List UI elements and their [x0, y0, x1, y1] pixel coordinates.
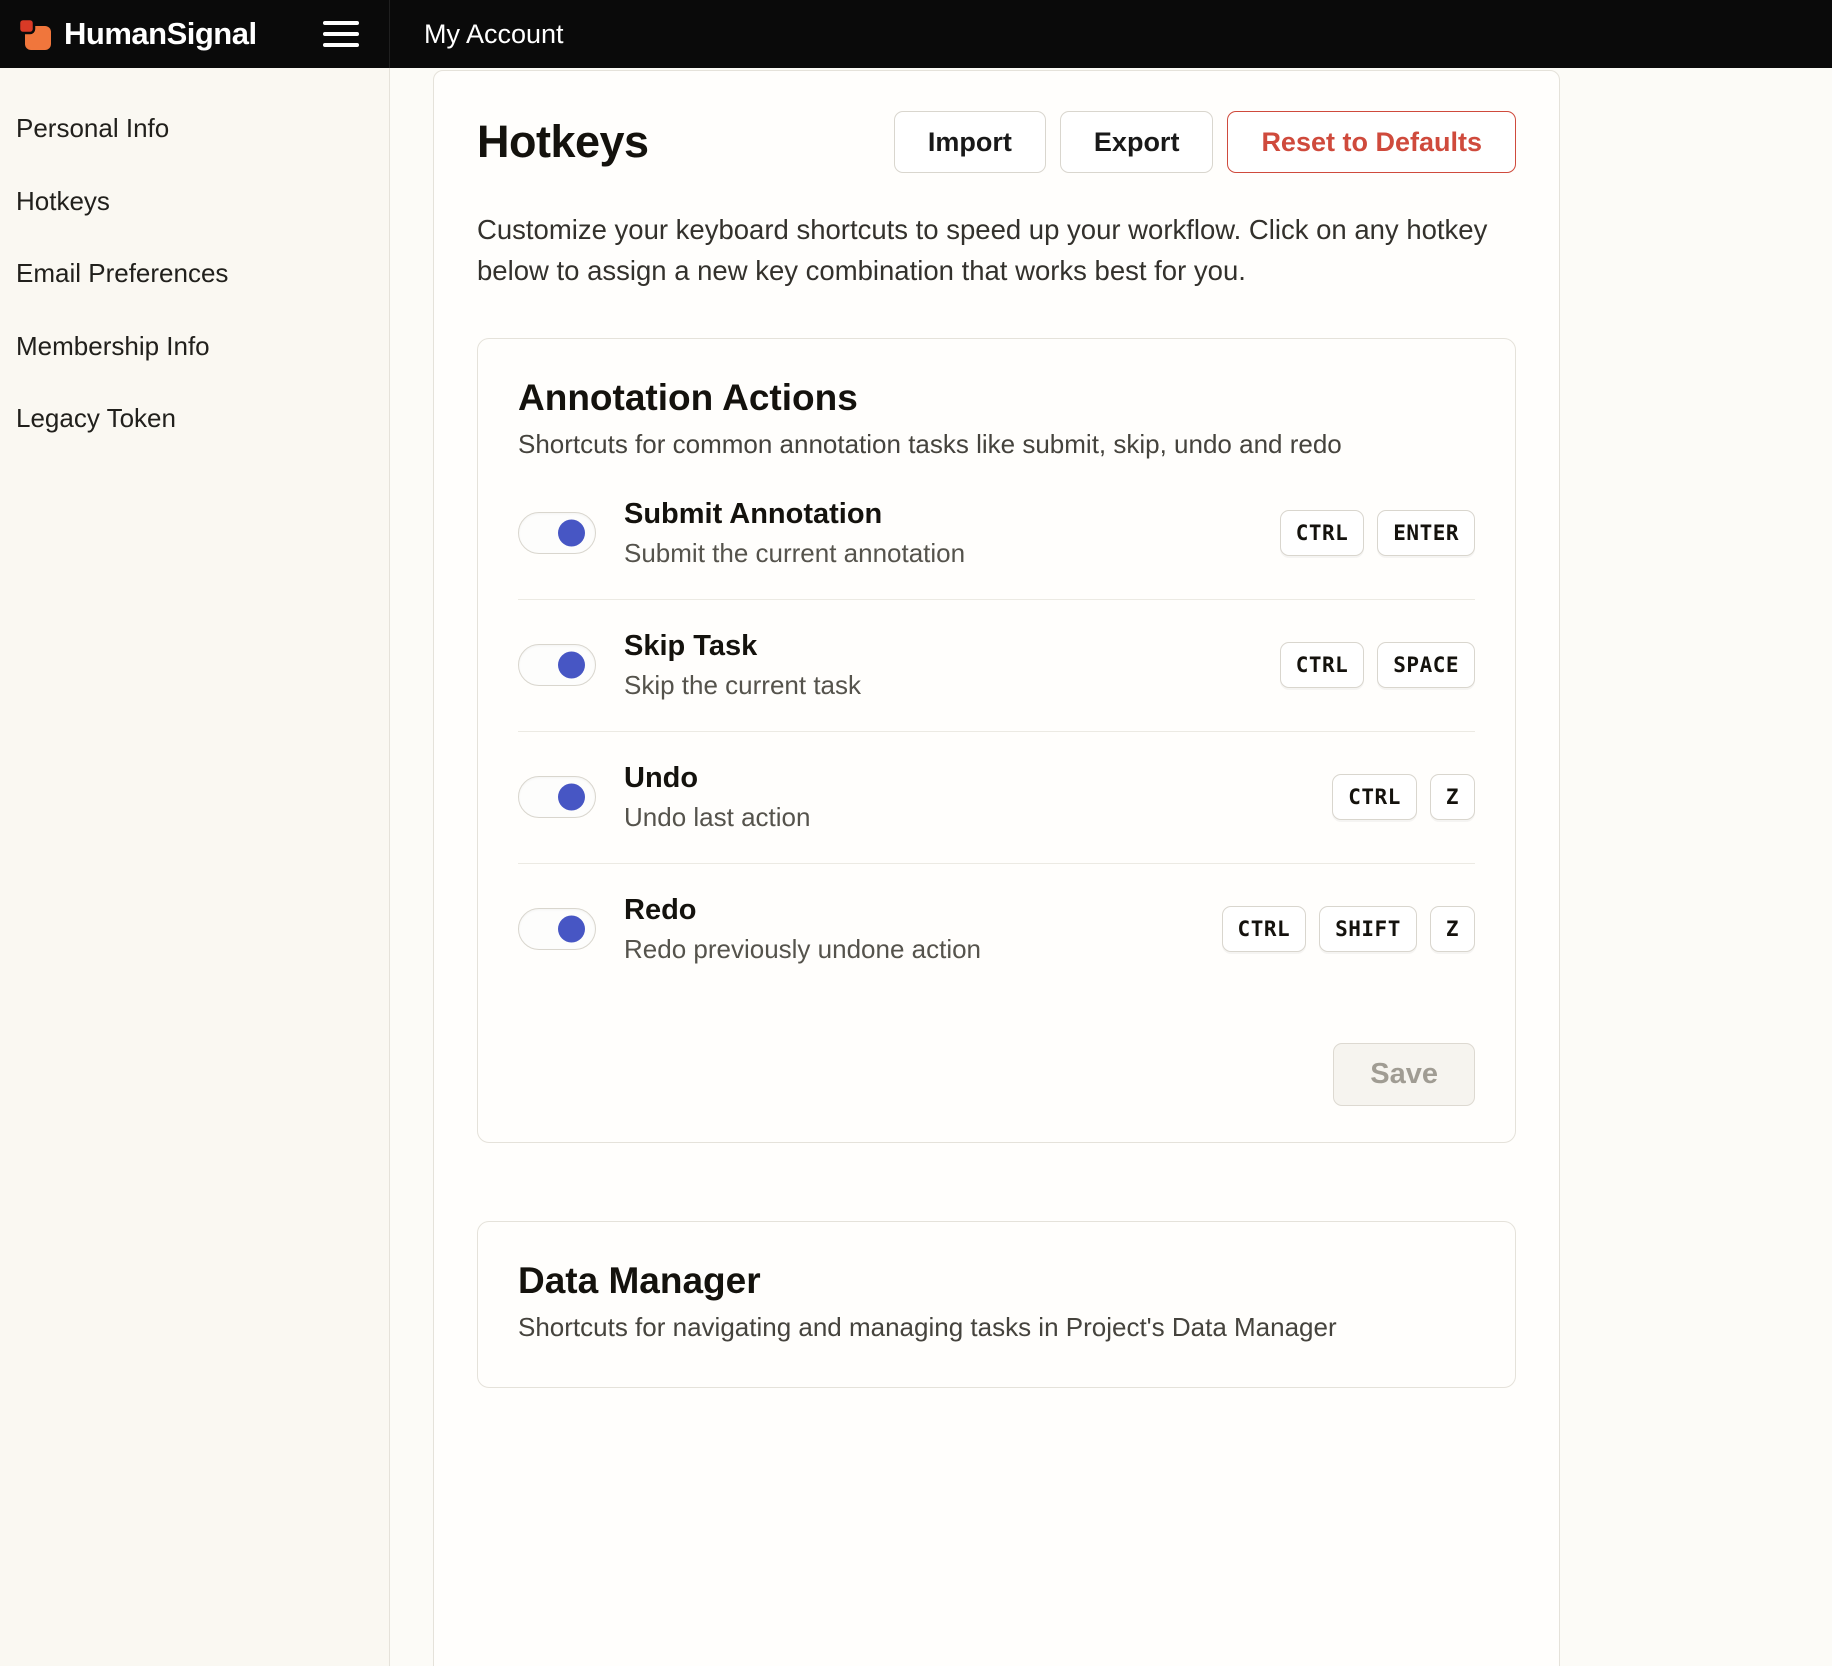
- brand-area: HumanSignal: [0, 0, 390, 68]
- hotkey-row: Redo Redo previously undone actionCTRL SHI…: [518, 864, 1475, 995]
- sidebar-item-legacy-token[interactable]: Legacy Token: [0, 382, 389, 455]
- toggle-knob: [558, 520, 585, 547]
- hotkey-combo[interactable]: CTRL SHIFT Z: [1222, 906, 1475, 952]
- key-badge[interactable]: CTRL: [1280, 510, 1365, 556]
- sections-container: Annotation Actions Shortcuts for common a…: [477, 338, 1516, 1388]
- page-description: Customize your keyboard shortcuts to spe…: [477, 209, 1516, 292]
- main-content: Hotkeys Import Export Reset to Defaults …: [390, 68, 1832, 1666]
- hotkey-row: Undo Undo last actionCTRL Z: [518, 732, 1475, 864]
- header-buttons: Import Export Reset to Defaults: [894, 111, 1516, 173]
- hotkey-name: Skip Task: [624, 630, 1280, 663]
- page-nav-title: My Account: [424, 19, 564, 50]
- section-title: Annotation Actions: [518, 377, 1475, 419]
- hotkey-text: Redo Redo previously undone action: [624, 894, 1222, 965]
- hotkey-rows: Submit Annotation Submit the current anno…: [518, 468, 1475, 995]
- humansignal-logo-icon: [16, 15, 54, 53]
- brand-name: HumanSignal: [64, 16, 257, 52]
- hotkey-enabled-toggle[interactable]: [518, 644, 596, 686]
- page-title: Hotkeys: [477, 116, 649, 168]
- sidebar-item-personal-info[interactable]: Personal Info: [0, 92, 389, 165]
- sidebar-item-email-preferences[interactable]: Email Preferences: [0, 237, 389, 310]
- hotkey-name: Redo: [624, 894, 1222, 927]
- hotkey-row: Skip Task Skip the current taskCTRL SPACE: [518, 600, 1475, 732]
- save-button[interactable]: Save: [1333, 1043, 1475, 1106]
- reset-to-defaults-button[interactable]: Reset to Defaults: [1227, 111, 1516, 173]
- export-button[interactable]: Export: [1060, 111, 1214, 173]
- sidebar-item-membership-info[interactable]: Membership Info: [0, 310, 389, 383]
- section-title: Data Manager: [518, 1260, 1475, 1302]
- key-badge[interactable]: CTRL: [1222, 906, 1307, 952]
- hotkey-combo[interactable]: CTRL SPACE: [1280, 642, 1475, 688]
- sidebar-item-hotkeys[interactable]: Hotkeys: [0, 165, 389, 238]
- section-footer: Save: [518, 1043, 1475, 1106]
- hotkey-description: Submit the current annotation: [624, 538, 1280, 569]
- section-subtitle: Shortcuts for common annotation tasks li…: [518, 429, 1475, 460]
- hotkey-description: Skip the current task: [624, 670, 1280, 701]
- key-badge[interactable]: Z: [1430, 906, 1475, 952]
- hotkey-text: Skip Task Skip the current task: [624, 630, 1280, 701]
- toggle-knob: [558, 916, 585, 943]
- key-badge[interactable]: SHIFT: [1319, 906, 1417, 952]
- hotkey-row: Submit Annotation Submit the current anno…: [518, 468, 1475, 600]
- hotkey-combo[interactable]: CTRL Z: [1332, 774, 1475, 820]
- hamburger-menu-button[interactable]: [323, 17, 359, 51]
- hotkey-text: Undo Undo last action: [624, 762, 1332, 833]
- toggle-knob: [558, 784, 585, 811]
- hotkey-enabled-toggle[interactable]: [518, 776, 596, 818]
- hotkey-name: Submit Annotation: [624, 498, 1280, 531]
- toggle-knob: [558, 652, 585, 679]
- hotkey-description: Redo previously undone action: [624, 934, 1222, 965]
- key-badge[interactable]: Z: [1430, 774, 1475, 820]
- card-header: Hotkeys Import Export Reset to Defaults: [477, 111, 1516, 173]
- hotkey-enabled-toggle[interactable]: [518, 908, 596, 950]
- topbar: HumanSignal My Account: [0, 0, 1832, 68]
- section-annotation-actions: Annotation Actions Shortcuts for common a…: [477, 338, 1516, 1143]
- hotkeys-settings-card: Hotkeys Import Export Reset to Defaults …: [433, 70, 1560, 1666]
- hamburger-icon: [323, 21, 359, 47]
- section-subtitle: Shortcuts for navigating and managing ta…: [518, 1312, 1475, 1343]
- hotkey-description: Undo last action: [624, 802, 1332, 833]
- sidebar: Personal InfoHotkeysEmail PreferencesMem…: [0, 68, 390, 1666]
- key-badge[interactable]: CTRL: [1332, 774, 1417, 820]
- hotkey-enabled-toggle[interactable]: [518, 512, 596, 554]
- key-badge[interactable]: CTRL: [1280, 642, 1365, 688]
- hotkey-text: Submit Annotation Submit the current anno…: [624, 498, 1280, 569]
- import-button[interactable]: Import: [894, 111, 1046, 173]
- hotkey-combo[interactable]: CTRL ENTER: [1280, 510, 1475, 556]
- sidebar-nav: Personal InfoHotkeysEmail PreferencesMem…: [0, 92, 389, 455]
- key-badge[interactable]: SPACE: [1377, 642, 1475, 688]
- section-data-manager: Data Manager Shortcuts for navigating and…: [477, 1221, 1516, 1388]
- hotkey-name: Undo: [624, 762, 1332, 795]
- key-badge[interactable]: ENTER: [1377, 510, 1475, 556]
